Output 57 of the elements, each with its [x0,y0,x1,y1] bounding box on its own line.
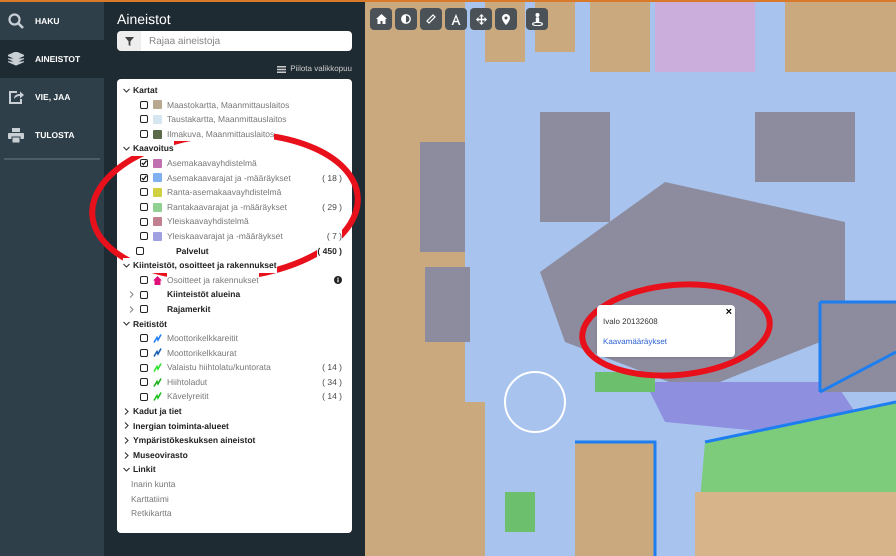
group-header[interactable]: Kiinteistöt, osoitteet ja rakennukset [123,258,277,273]
panel-title: Aineistot [117,10,172,28]
layer-label: Osoitteet ja rakennukset [167,272,259,288]
letter-icon [451,14,461,24]
filter-button[interactable] [117,31,141,51]
checkbox[interactable] [140,348,148,357]
move-icon [476,14,486,24]
checkbox[interactable] [140,174,148,182]
list-icon [277,66,286,72]
expand-button[interactable] [128,306,135,313]
contrast-button[interactable] [395,8,417,30]
checkbox[interactable] [140,218,148,226]
street-view-button[interactable] [526,8,548,30]
chevron-icon [123,145,130,152]
checkbox[interactable] [140,130,148,138]
close-button[interactable]: × [726,306,732,318]
text-button[interactable] [445,8,467,30]
checkbox[interactable] [140,290,148,299]
measure-button[interactable] [420,8,442,30]
pin-icon [502,14,510,24]
checkbox[interactable] [140,159,148,168]
checkbox[interactable] [140,203,148,212]
checkbox[interactable] [140,100,148,109]
expand-button[interactable] [128,291,135,298]
nav-item[interactable]: AINEISTOT [0,40,104,78]
filter-icon [124,36,134,46]
checkbox[interactable] [140,378,148,386]
printer-icon [8,128,24,142]
search-icon [8,13,24,29]
share-icon [8,90,24,104]
chevron-icon [123,86,130,94]
filter-field[interactable]: Rajaa aineistoja [141,31,352,51]
checkbox[interactable] [140,232,148,240]
chevron-icon [123,262,130,269]
checkbox[interactable] [140,115,148,124]
person-icon [532,12,542,26]
checkbox[interactable] [140,188,148,196]
regulations-link[interactable]: Kaavamääräykset [603,337,668,347]
info-icon[interactable] [334,276,342,284]
checkbox[interactable] [136,246,144,255]
checkbox[interactable] [140,392,148,401]
checkbox[interactable] [140,276,148,284]
checkbox[interactable] [140,334,148,342]
home-icon [376,14,386,24]
ruler-icon [426,14,436,24]
marker-button[interactable] [495,8,517,30]
home-button[interactable] [370,8,392,30]
move-button[interactable] [470,8,492,30]
layers-icon [8,52,24,66]
contrast-icon [401,14,411,24]
count-label: ( 7 ) [326,228,342,244]
checkbox[interactable] [140,305,148,314]
popup-title: Ivalo 20132608 [603,317,659,327]
checkbox[interactable] [140,364,148,372]
hide-tree-button[interactable]: Piilota valikkopuu [277,63,352,75]
count-label: ( 450 ) [317,244,342,258]
group-header[interactable]: Kaavoitus [123,141,174,156]
